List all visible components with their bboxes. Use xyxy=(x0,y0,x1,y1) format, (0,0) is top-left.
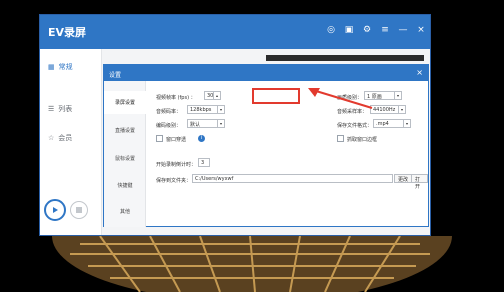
change-folder-button[interactable]: 更改 xyxy=(394,174,413,183)
capture-window-border-label: 抓取窗口边框 xyxy=(347,137,378,143)
sample-rate-value: 44100Hz xyxy=(373,107,396,113)
settings-close-button[interactable]: × xyxy=(416,68,423,77)
chevron-down-icon: ▾ xyxy=(217,120,224,127)
audio-bitrate-label: 音频码率： xyxy=(156,109,182,115)
fps-stepper[interactable]: 30 ▴ xyxy=(204,91,221,100)
preview-strip xyxy=(266,55,424,61)
play-icon xyxy=(53,207,58,213)
countdown-value: 3 xyxy=(201,160,205,166)
dropdown-menu-icon[interactable]: ≡ xyxy=(380,25,390,35)
tab-other[interactable]: 其他 xyxy=(104,200,146,223)
save-folder-input[interactable]: C:/Users/wyxwf xyxy=(192,174,393,183)
encode-level-select[interactable]: 默认 ▾ xyxy=(187,119,225,128)
sidebar-item-general[interactable]: ▦ 常规 xyxy=(48,62,73,72)
save-format-select[interactable]: .mp4 ▾ xyxy=(373,119,411,128)
app-title: EV录屏 xyxy=(48,26,87,39)
settings-titlebar: 设置 × xyxy=(104,65,428,81)
tab-live-settings[interactable]: 直播设置 xyxy=(104,119,146,142)
red-arrow-annotation xyxy=(308,88,373,109)
chevron-down-icon: ▾ xyxy=(403,120,410,127)
info-icon[interactable]: i xyxy=(198,135,205,142)
grid-icon: ▦ xyxy=(48,63,55,71)
audio-bitrate-value: 128kbps xyxy=(190,107,212,113)
chevron-down-icon: ▾ xyxy=(217,106,224,113)
sidebar-item-list[interactable]: ☰ 列表 xyxy=(48,104,72,114)
save-folder-label: 保存到文件夹： xyxy=(156,178,192,184)
capture-window-border-checkbox[interactable] xyxy=(337,135,344,142)
clipboard-icon[interactable]: ▣ xyxy=(344,25,354,35)
sidebar-item-label: 列表 xyxy=(58,105,73,113)
stop-icon xyxy=(76,207,82,213)
sidebar-item-label: 会员 xyxy=(58,134,73,142)
sample-rate-select[interactable]: 44100Hz ▾ xyxy=(370,105,406,114)
minimize-icon[interactable]: — xyxy=(398,25,408,35)
save-format-value: .mp4 xyxy=(376,121,389,127)
audio-bitrate-select[interactable]: 128kbps ▾ xyxy=(187,105,225,114)
countdown-stepper[interactable]: 3 xyxy=(198,158,210,167)
save-format-label: 保存文件格式： xyxy=(337,123,373,129)
sidebar-item-label: 常规 xyxy=(58,63,73,71)
close-icon[interactable]: × xyxy=(416,25,426,35)
titlebar-controls: ◎ ▣ ⚙ ≡ — × xyxy=(326,25,426,35)
chevron-down-icon: ▾ xyxy=(398,106,405,113)
app-sidebar: ▦ 常规 ☰ 列表 ☆ 会员 xyxy=(40,49,102,235)
play-button[interactable] xyxy=(44,199,66,221)
countdown-label: 开始录制倒计时： xyxy=(156,162,197,168)
tab-hotkeys[interactable]: 快捷键 xyxy=(104,174,146,197)
stop-button[interactable] xyxy=(70,201,88,219)
window-penetration-label: 窗口穿透 xyxy=(166,137,187,143)
ev-recorder-window: EV录屏 ◎ ▣ ⚙ ≡ — × ▦ 常规 ☰ 列表 ☆ 会员 设置 × 录屏设… xyxy=(39,14,431,236)
encode-level-value: 默认 xyxy=(190,122,201,128)
fps-label: 视频帧率 (fps) ： xyxy=(156,95,196,101)
settings-title: 设置 xyxy=(109,72,122,79)
gear-icon[interactable]: ⚙ xyxy=(362,25,372,35)
list-icon: ☰ xyxy=(48,105,55,113)
stepper-icon[interactable]: ▴ xyxy=(213,92,220,99)
save-folder-value: C:/Users/wyxwf xyxy=(195,176,234,182)
target-icon[interactable]: ◎ xyxy=(326,25,336,35)
star-icon: ☆ xyxy=(48,134,55,142)
settings-tabs: 录屏设置 直播设置 鼠标设置 快捷键 其他 xyxy=(104,81,146,227)
app-titlebar: EV录屏 ◎ ▣ ⚙ ≡ — × xyxy=(40,15,430,49)
resolution-highlight-box xyxy=(252,88,300,104)
open-folder-button[interactable]: 打开 xyxy=(411,174,428,190)
sidebar-item-member[interactable]: ☆ 会员 xyxy=(48,133,72,143)
desktop-top-edge xyxy=(0,0,504,14)
tab-record-settings[interactable]: 录屏设置 xyxy=(104,91,146,114)
window-penetration-checkbox[interactable] xyxy=(156,135,163,142)
chevron-down-icon: ▾ xyxy=(394,92,401,99)
tab-mouse-settings[interactable]: 鼠标设置 xyxy=(104,147,146,170)
desktop-background-image xyxy=(0,236,504,292)
encode-level-label: 编码级别： xyxy=(156,123,182,129)
record-controls xyxy=(44,199,88,221)
